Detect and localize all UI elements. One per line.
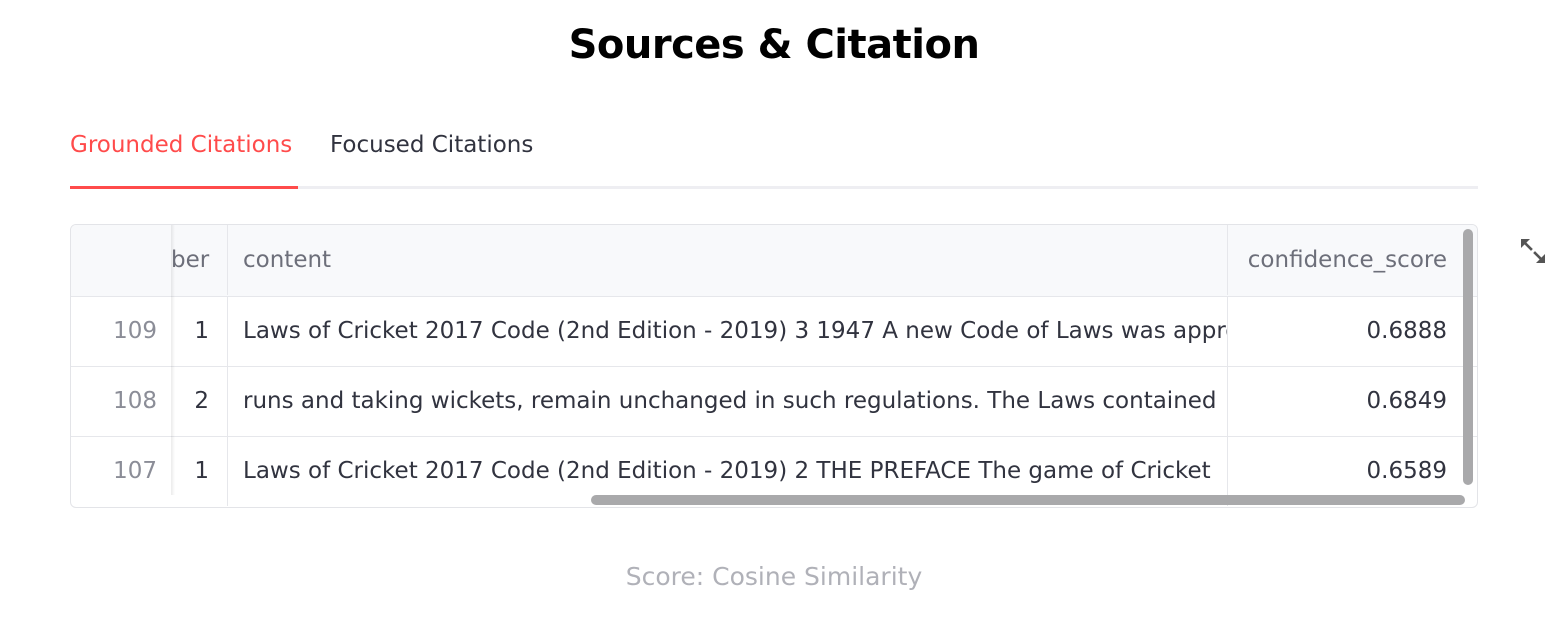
row-page-number[interactable]: 1 <box>171 296 228 366</box>
row-index: 109 <box>113 318 157 344</box>
row-content[interactable]: runs and taking wickets, remain unchange… <box>228 366 1228 436</box>
frozen-column-shadow <box>171 225 175 495</box>
row-page-number[interactable]: 1 <box>171 436 228 506</box>
tab-grounded-citations[interactable]: Grounded Citations <box>70 132 292 158</box>
header-index <box>71 225 171 295</box>
header-content[interactable]: content <box>228 225 1228 295</box>
row-index: 108 <box>113 388 157 414</box>
row-content[interactable]: Laws of Cricket 2017 Code (2nd Edition -… <box>228 296 1228 366</box>
citations-table[interactable]: ber content confidence_score 109 1 Laws … <box>70 224 1478 508</box>
expand-icon-glyph <box>1521 239 1545 263</box>
row-index: 107 <box>113 458 157 484</box>
table-header-row: ber content confidence_score <box>71 225 1477 297</box>
table-row[interactable]: 109 1 Laws of Cricket 2017 Code (2nd Edi… <box>71 296 1477 367</box>
header-page-number[interactable]: ber <box>171 225 228 295</box>
expand-icon[interactable] <box>1518 236 1548 266</box>
header-confidence-score[interactable]: confidence_score <box>1228 225 1461 295</box>
vertical-scrollbar[interactable] <box>1463 229 1473 485</box>
table-row[interactable]: 108 2 runs and taking wickets, remain un… <box>71 366 1477 437</box>
page: Sources & Citation Grounded Citations Fo… <box>0 0 1564 636</box>
page-title: Sources & Citation <box>568 22 980 68</box>
row-page-number[interactable]: 2 <box>171 366 228 436</box>
tab-bar: Grounded Citations Focused Citations <box>70 120 1478 190</box>
row-confidence-score[interactable]: 0.6888 <box>1228 296 1461 366</box>
row-confidence-score[interactable]: 0.6849 <box>1228 366 1461 436</box>
score-caption: Score: Cosine Similarity <box>625 562 923 591</box>
tab-focused-citations[interactable]: Focused Citations <box>330 132 533 158</box>
horizontal-scrollbar[interactable] <box>591 495 1465 505</box>
active-tab-indicator <box>70 186 298 189</box>
